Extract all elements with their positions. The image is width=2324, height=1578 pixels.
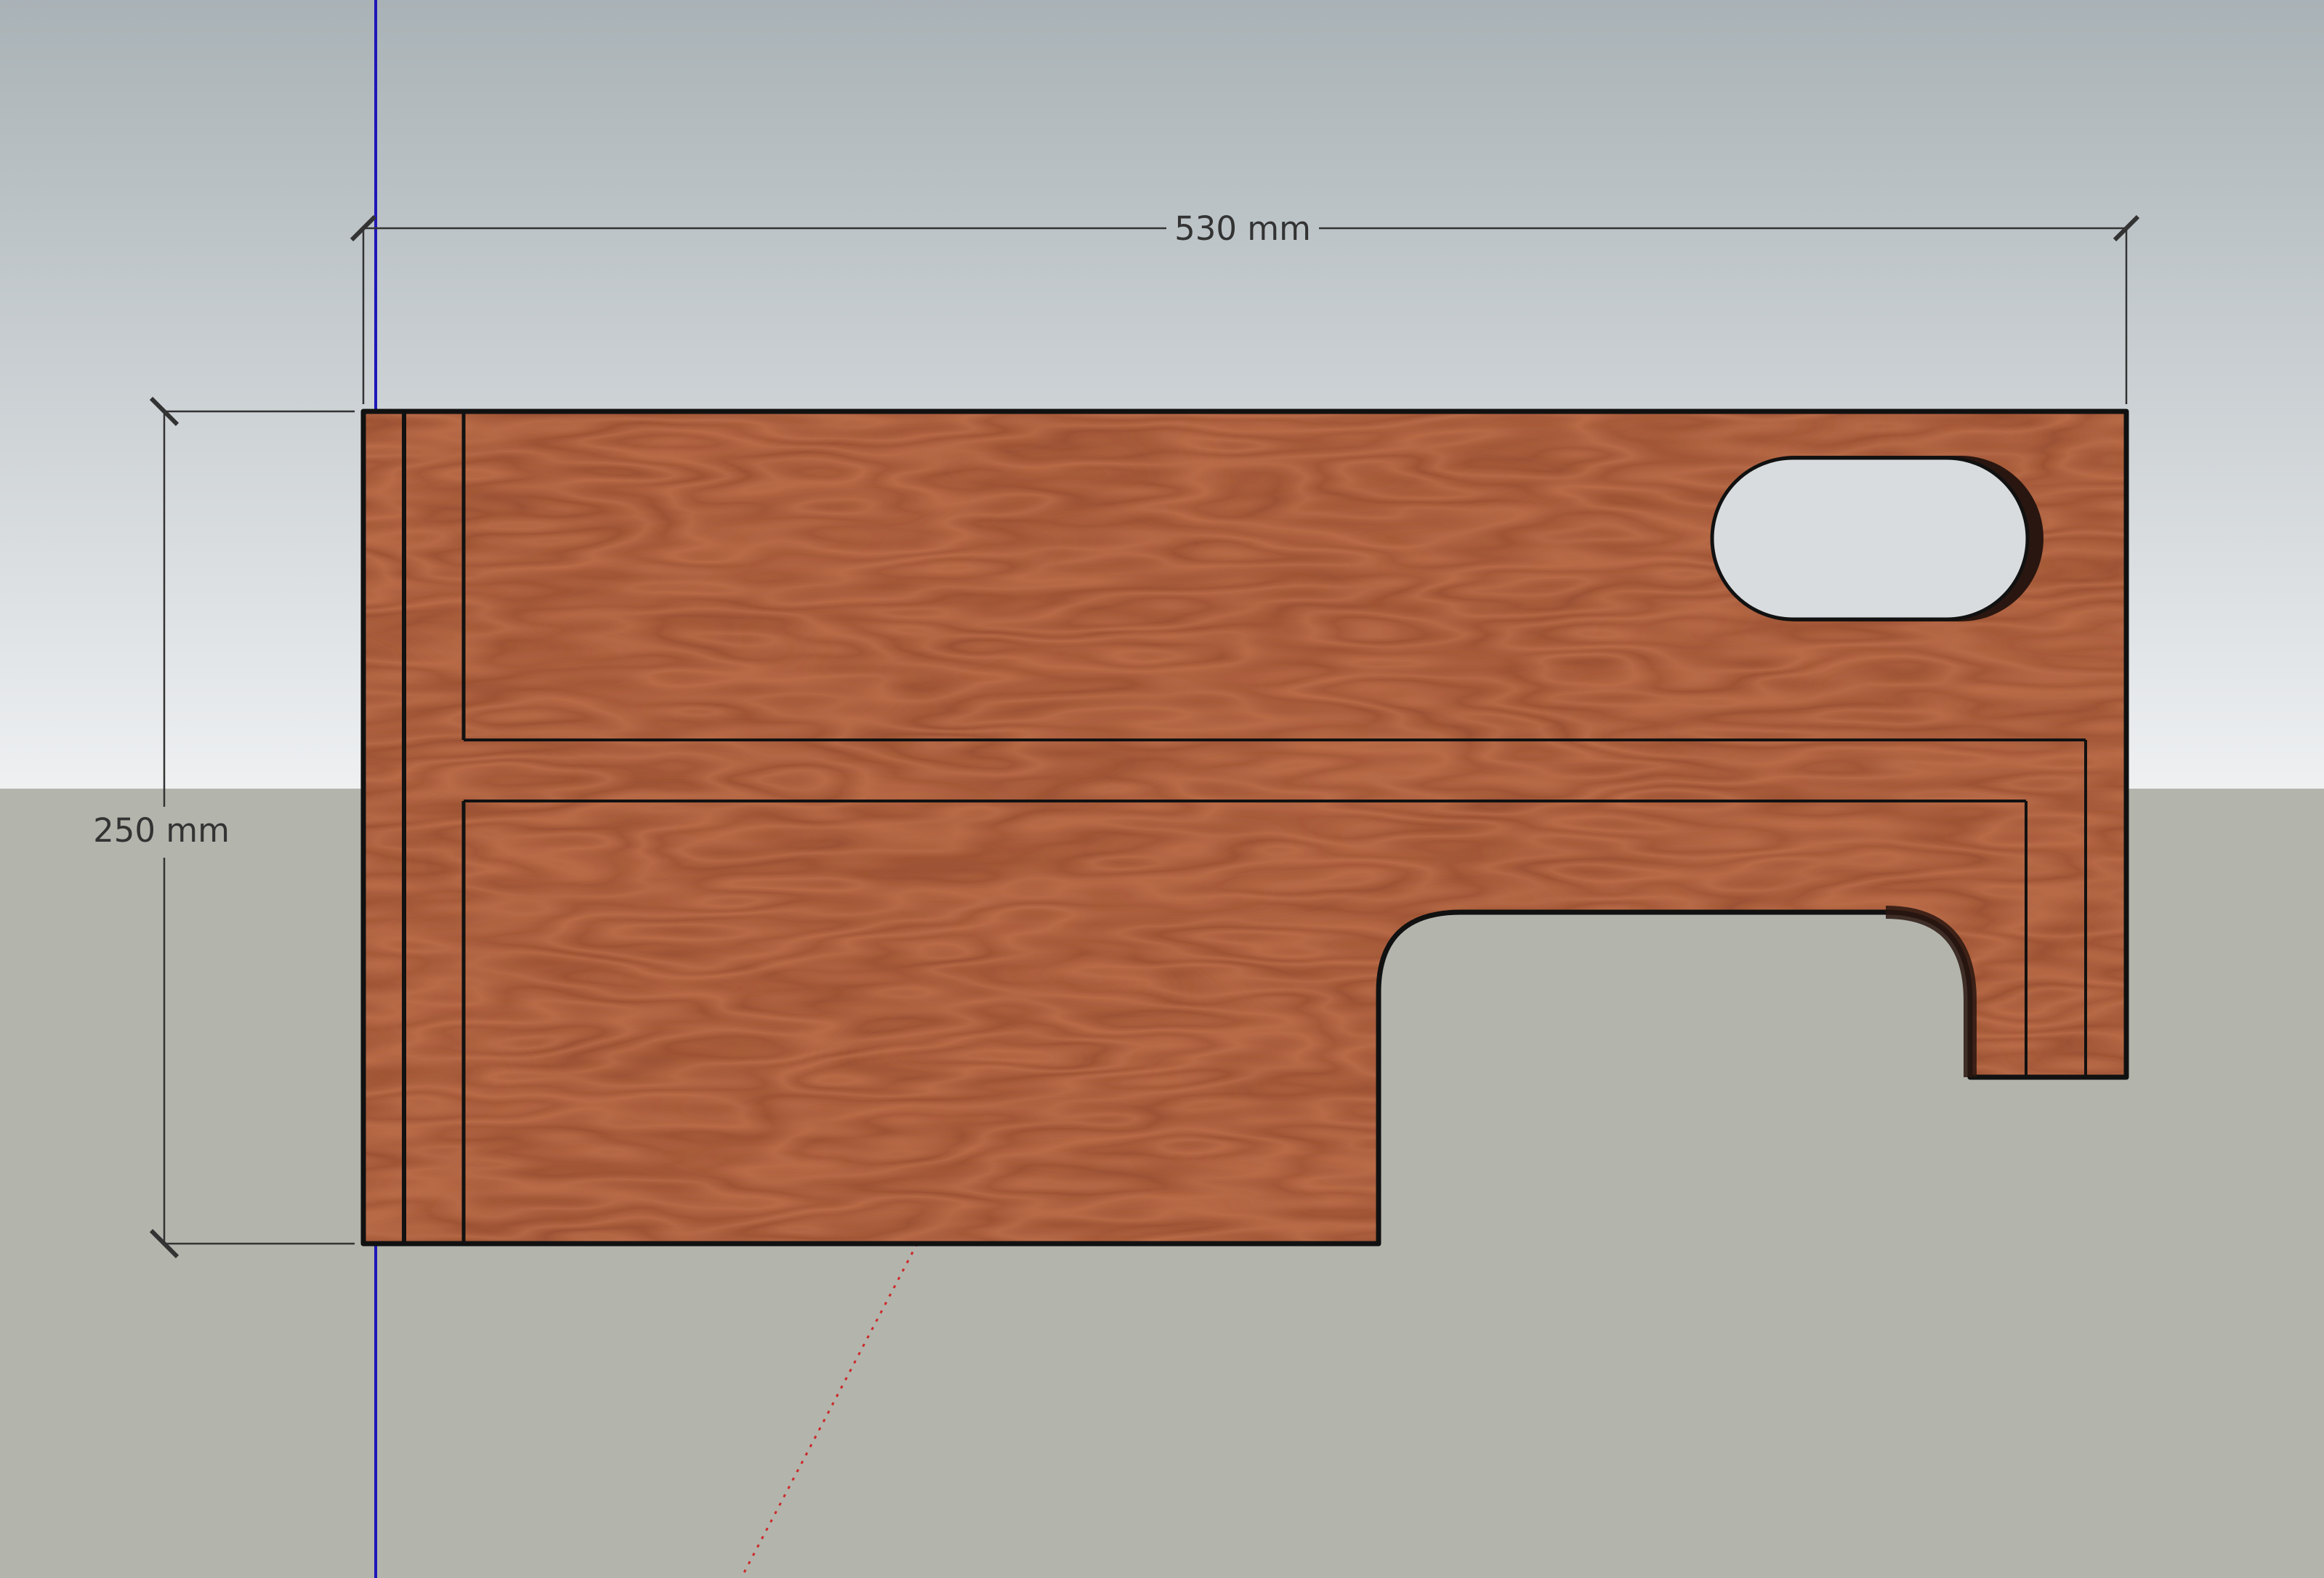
- oval-handle-hole[interactable]: [1710, 456, 2043, 621]
- model-canvas[interactable]: 530 mm 250 mm: [0, 0, 2324, 1578]
- sketchup-viewport[interactable]: 530 mm 250 mm: [0, 0, 2324, 1578]
- height-dimension-label: 250 mm: [93, 811, 230, 850]
- width-dimension-label: 530 mm: [1174, 209, 1311, 248]
